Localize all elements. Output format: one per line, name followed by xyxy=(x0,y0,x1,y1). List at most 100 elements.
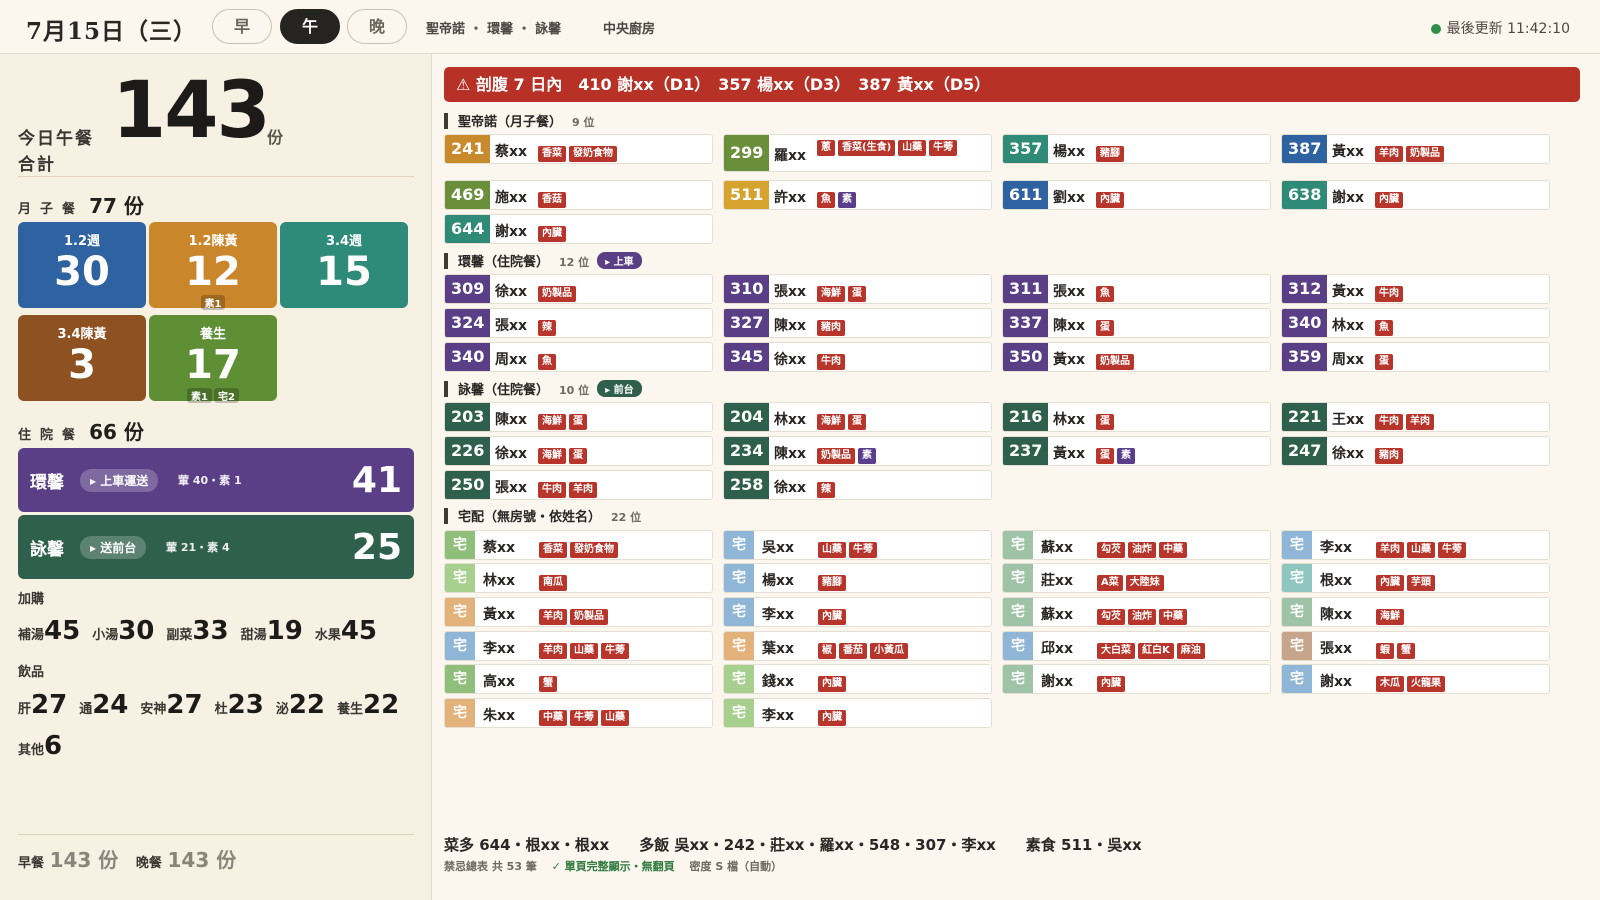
patient-card[interactable]: 234 陳xx 奶製品素 xyxy=(723,436,992,466)
yuezi-tile[interactable]: 3.4陳黃 3 xyxy=(18,315,146,401)
restriction-tags: 勾芡 油炸 中藥 xyxy=(1097,604,1190,625)
patient-card[interactable]: 宅蘇xx 勾芡 油炸 中藥 xyxy=(1002,530,1271,560)
patient-card[interactable]: 350 黃xx 奶製品 xyxy=(1002,342,1271,372)
ward-delivery-tag[interactable]: ▸ 上車運送 xyxy=(80,469,159,492)
patient-card[interactable]: 226 徐xx 海鮮蛋 xyxy=(444,436,713,466)
tile-badges: 素1 宅2 xyxy=(149,385,277,404)
patient-card[interactable]: 宅蘇xx 勾芡 油炸 中藥 xyxy=(1002,597,1271,627)
room-number: 宅 xyxy=(1003,531,1033,559)
restriction-tags: 南瓜 xyxy=(539,570,570,591)
patient-card[interactable]: 宅吳xx 山藥 牛蒡 xyxy=(723,530,992,560)
yuezi-tile[interactable]: 養生 17 素1 宅2 xyxy=(149,315,277,404)
patient-card[interactable]: 511 許xx 魚素 xyxy=(723,180,992,210)
yuezi-tile[interactable]: 1.2週 30 xyxy=(18,222,146,308)
restriction-chip: 牛蒡 xyxy=(849,542,877,558)
meal-tab-dinner[interactable]: 晚 xyxy=(347,9,407,44)
patient-card[interactable]: 宅根xx 內臟 芋頭 xyxy=(1281,563,1550,593)
patient-card[interactable]: 340 周xx 魚 xyxy=(444,342,713,372)
patient-card[interactable]: 221 王xx 牛肉 羊肉 xyxy=(1281,402,1550,432)
patient-card[interactable]: 309 徐xx 奶製品 xyxy=(444,274,713,304)
total-label: 合計 xyxy=(18,155,56,175)
patient-card[interactable]: 204 林xx 海鮮蛋 xyxy=(723,402,992,432)
patient-card[interactable]: 宅陳xx 海鮮 xyxy=(1281,597,1550,627)
patient-card[interactable]: 299 羅xx 蔥香菜(生食) 山藥 牛蒡 xyxy=(723,134,992,172)
restriction-tags: 羊肉 山藥 牛蒡 xyxy=(1376,537,1469,558)
patient-card[interactable]: 247 徐xx 豬肉 xyxy=(1281,436,1550,466)
patient-card[interactable]: 611 劉xx 內臟 xyxy=(1002,180,1271,210)
patient-card[interactable]: 宅李xx 內臟 xyxy=(723,698,992,728)
meal-tab-breakfast[interactable]: 早 xyxy=(212,9,272,44)
patient-card[interactable]: 宅朱xx 中藥 牛蒡 山藥 xyxy=(444,698,713,728)
yuezi-tile[interactable]: 1.2陳黃 12 素1 xyxy=(149,222,277,310)
restriction-chip: A菜 xyxy=(1097,575,1123,591)
patient-card[interactable]: 宅李xx 羊肉 山藥 牛蒡 xyxy=(1281,530,1550,560)
patient-card[interactable]: 宅謝xx 木瓜 火龍果 xyxy=(1281,664,1550,694)
room-number: 310 xyxy=(724,275,770,303)
patient-card[interactable]: 宅蔡xx 香菜 發奶食物 xyxy=(444,530,713,560)
patient-card[interactable]: 327 陳xx 豬肉 xyxy=(723,308,992,338)
patient-card[interactable]: 310 張xx 海鮮蛋 xyxy=(723,274,992,304)
room-number: 638 xyxy=(1282,181,1328,209)
patient-card[interactable]: 311 張xx 魚 xyxy=(1002,274,1271,304)
ward-breakdown: 葷 40・素 1 xyxy=(178,474,242,487)
group-header: 詠馨（住院餐） 10 位 ▸ 前台 xyxy=(444,379,642,399)
restriction-chip: 內臟 xyxy=(818,609,846,625)
group-count: 9 位 xyxy=(572,116,595,129)
patient-card[interactable]: 宅楊xx 豬腳 xyxy=(723,563,992,593)
restriction-chip: 素 xyxy=(838,192,856,208)
patient-card[interactable]: 宅邱xx 大白菜 紅白K 麻油 xyxy=(1002,631,1271,661)
restriction-chip: 南瓜 xyxy=(539,575,567,591)
yuezi-tile[interactable]: 3.4週 15 xyxy=(280,222,408,308)
patient-card[interactable]: 203 陳xx 海鮮蛋 xyxy=(444,402,713,432)
patient-card[interactable]: 237 黃xx 蛋素 xyxy=(1002,436,1271,466)
patient-card[interactable]: 宅李xx 羊肉 山藥 牛蒡 xyxy=(444,631,713,661)
patient-card[interactable]: 宅林xx 南瓜 xyxy=(444,563,713,593)
patient-card[interactable]: 312 黃xx 牛肉 xyxy=(1281,274,1550,304)
meal-tab-lunch[interactable]: 午 xyxy=(280,9,340,44)
patient-card[interactable]: 324 張xx 辣 xyxy=(444,308,713,338)
patient-card[interactable]: 250 張xx 牛肉 羊肉 xyxy=(444,470,713,500)
patient-card[interactable]: 宅李xx 內臟 xyxy=(723,597,992,627)
restriction-tags: 香菜 發奶食物 xyxy=(539,537,621,558)
patient-card[interactable]: 宅高xx 蟹 xyxy=(444,664,713,694)
patient-card[interactable]: 638 謝xx 內臟 xyxy=(1281,180,1550,210)
restriction-tags: 海鮮蛋 xyxy=(538,443,590,464)
patient-card[interactable]: 宅葉xx 椒番茄 小黃瓜 xyxy=(723,631,992,661)
group-count: 22 位 xyxy=(611,511,642,524)
restriction-chip: 素 xyxy=(1117,448,1135,464)
addon-value: 33 xyxy=(192,616,229,646)
restriction-chip: 海鮮 xyxy=(817,414,845,430)
patient-card[interactable]: 644 謝xx 內臟 xyxy=(444,214,713,244)
patient-card[interactable]: 337 陳xx 蛋 xyxy=(1002,308,1271,338)
room-number: 221 xyxy=(1282,403,1328,431)
patient-card[interactable]: 387 黃xx 羊肉 奶製品 xyxy=(1281,134,1550,164)
group-count: 10 位 xyxy=(559,384,590,397)
patient-card[interactable]: 宅張xx 蝦蟹 xyxy=(1281,631,1550,661)
patient-card[interactable]: 241 蔡xx 香菜 發奶食物 xyxy=(444,134,713,164)
patient-card[interactable]: 宅錢xx 內臟 xyxy=(723,664,992,694)
ward-delivery-tag[interactable]: ▸ 送前台 xyxy=(80,536,147,559)
patient-card[interactable]: 357 楊xx 豬腳 xyxy=(1002,134,1271,164)
drink-label: 養生 xyxy=(337,702,364,717)
patient-card[interactable]: 469 施xx 香菇 xyxy=(444,180,713,210)
patient-card[interactable]: 宅莊xx A菜 大陸妹 xyxy=(1002,563,1271,593)
patient-card[interactable]: 359 周xx 蛋 xyxy=(1281,342,1550,372)
patient-card[interactable]: 340 林xx 魚 xyxy=(1281,308,1550,338)
tile-badge: 素1 xyxy=(200,295,226,310)
patient-name: 陳xx xyxy=(1320,607,1353,623)
patient-card[interactable]: 宅謝xx 內臟 xyxy=(1002,664,1271,694)
restriction-tags: 奶製品 xyxy=(538,281,579,302)
patient-card[interactable]: 345 徐xx 牛肉 xyxy=(723,342,992,372)
patient-name: 徐xx xyxy=(774,352,807,368)
patient-card[interactable]: 258 徐xx 辣 xyxy=(723,470,992,500)
ward-band-yongxin[interactable]: 詠馨 ▸ 送前台 葷 21・素 4 25 xyxy=(18,515,414,579)
ward-band-huanxin[interactable]: 環馨 ▸ 上車運送 葷 40・素 1 41 xyxy=(18,448,414,512)
restriction-tags: A菜 大陸妹 xyxy=(1097,570,1167,591)
drink-label: 肝 xyxy=(18,702,32,717)
restriction-tags: 蛋素 xyxy=(1096,443,1138,464)
patient-card[interactable]: 宅黃xx 羊肉 奶製品 xyxy=(444,597,713,627)
patient-card[interactable]: 216 林xx 蛋 xyxy=(1002,402,1271,432)
room-number: 237 xyxy=(1003,437,1049,465)
ward-breakdown: 葷 21・素 4 xyxy=(166,541,230,554)
restriction-chip: 蟹 xyxy=(539,676,557,692)
